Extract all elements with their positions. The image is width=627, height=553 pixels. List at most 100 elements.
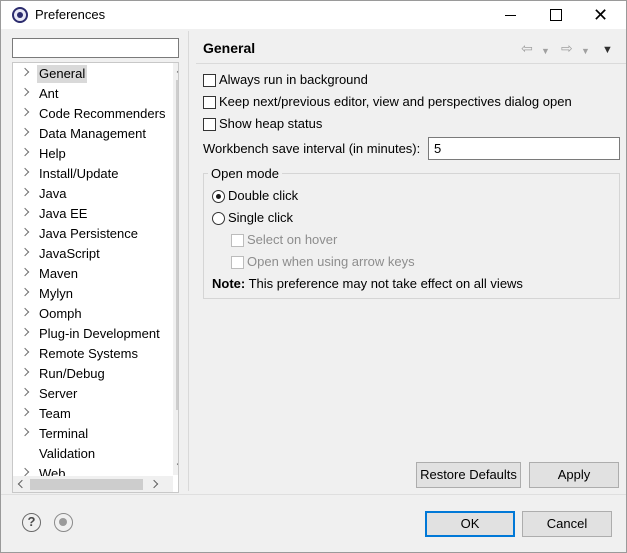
tree-item-label: Terminal: [39, 426, 89, 441]
open-mode-note: Note: This preference may not take effec…: [212, 276, 523, 292]
chevron-right-icon[interactable]: [20, 427, 30, 437]
chevron-right-icon[interactable]: [20, 307, 30, 317]
scroll-down-icon[interactable]: [176, 459, 178, 469]
chevron-right-icon[interactable]: [20, 107, 30, 117]
title-separator: [196, 63, 626, 64]
scroll-thumb-horizontal[interactable]: [30, 479, 143, 490]
tree-item[interactable]: General: [13, 64, 163, 84]
forward-arrow-icon[interactable]: ⇨: [561, 41, 573, 55]
scroll-thumb[interactable]: [176, 80, 178, 410]
chevron-right-icon[interactable]: [20, 467, 30, 477]
scroll-right-icon[interactable]: [149, 479, 159, 489]
save-interval-input[interactable]: 5: [428, 137, 620, 160]
tree-item[interactable]: Team: [13, 404, 163, 424]
record-macro-icon[interactable]: [54, 513, 73, 532]
chevron-right-icon[interactable]: [20, 387, 30, 397]
tree-item[interactable]: Java EE: [13, 204, 163, 224]
open-arrow-keys-label: Open when using arrow keys: [247, 254, 415, 269]
restore-defaults-button[interactable]: Restore Defaults: [416, 462, 521, 488]
tree-item-label: General: [37, 65, 88, 83]
view-menu-icon[interactable]: ▼: [602, 43, 613, 57]
eclipse-app-icon: [12, 7, 28, 23]
tree-item[interactable]: Install/Update: [13, 164, 163, 184]
always-run-background-label: Always run in background: [219, 72, 368, 87]
single-click-label: Single click: [228, 210, 294, 225]
scroll-up-icon[interactable]: [176, 67, 178, 77]
tree-item-label: Data Management: [39, 126, 146, 141]
back-dropdown-icon[interactable]: ▼: [541, 44, 550, 58]
chevron-right-icon[interactable]: [20, 247, 30, 257]
filter-input[interactable]: [12, 38, 179, 58]
single-click-radio[interactable]: [212, 212, 225, 225]
chevron-right-icon[interactable]: [20, 287, 30, 297]
tree-item-label: Validation: [39, 446, 96, 461]
footer-separator: [1, 494, 626, 495]
open-arrow-keys-checkbox[interactable]: [231, 256, 244, 269]
double-click-label: Double click: [228, 188, 299, 203]
tree-item[interactable]: Java Persistence: [13, 224, 163, 244]
tree-item-label: Team: [39, 406, 71, 421]
tree-item[interactable]: Maven: [13, 264, 163, 284]
tree-item-label: Plug-in Development: [39, 326, 160, 341]
keep-next-prev-label: Keep next/previous editor, view and pers…: [219, 94, 572, 109]
tree-item[interactable]: Ant: [13, 84, 163, 104]
close-button[interactable]: ✕: [578, 1, 623, 29]
chevron-right-icon[interactable]: [20, 87, 30, 97]
double-click-radio[interactable]: [212, 190, 225, 203]
preferences-dialog: Preferences ✕ General Ant Code Recommender…: [0, 0, 627, 553]
select-on-hover-checkbox[interactable]: [231, 234, 244, 247]
scroll-left-icon[interactable]: [17, 479, 27, 489]
tree-item[interactable]: JavaScript: [13, 244, 163, 264]
tree-item-label: Install/Update: [39, 166, 119, 181]
page-nav-toolbar: ⇦ ▼ ⇨ ▼ ▼: [519, 41, 619, 57]
preference-tree[interactable]: General Ant Code Recommenders Data Manageme…: [12, 62, 179, 493]
tree-item[interactable]: Server: [13, 384, 163, 404]
chevron-right-icon[interactable]: [20, 207, 30, 217]
tree-item-label: Server: [39, 386, 78, 401]
chevron-right-icon[interactable]: [20, 327, 30, 337]
tree-item[interactable]: Oomph: [13, 304, 163, 324]
tree-item[interactable]: Java: [13, 184, 163, 204]
show-heap-checkbox[interactable]: [203, 118, 216, 131]
keep-next-prev-checkbox[interactable]: [203, 96, 216, 109]
tree-item[interactable]: Run/Debug: [13, 364, 163, 384]
always-run-background-checkbox[interactable]: [203, 74, 216, 87]
chevron-right-icon[interactable]: [20, 127, 30, 137]
help-icon[interactable]: ?: [22, 513, 41, 532]
maximize-button[interactable]: [533, 1, 578, 29]
chevron-right-icon[interactable]: [20, 167, 30, 177]
note-prefix: Note:: [212, 276, 246, 291]
chevron-right-icon[interactable]: [20, 347, 30, 357]
tree-item[interactable]: Plug-in Development: [13, 324, 163, 344]
panel-divider[interactable]: [188, 31, 189, 491]
minimize-button[interactable]: [488, 1, 533, 29]
tree-vertical-scrollbar[interactable]: [173, 63, 178, 475]
chevron-right-icon[interactable]: [20, 407, 30, 417]
tree-item-label: Java EE: [39, 206, 88, 221]
tree-item[interactable]: Mylyn: [13, 284, 163, 304]
tree-item[interactable]: Terminal: [13, 424, 163, 444]
tree-item[interactable]: Code Recommenders: [13, 104, 165, 124]
forward-dropdown-icon[interactable]: ▼: [581, 44, 590, 58]
tree-item[interactable]: Validation: [13, 444, 163, 464]
chevron-right-icon[interactable]: [20, 147, 30, 157]
show-heap-label: Show heap status: [219, 116, 323, 131]
tree-item[interactable]: Help: [13, 144, 163, 164]
chevron-right-icon[interactable]: [20, 187, 30, 197]
tree-item[interactable]: Remote Systems: [13, 344, 163, 364]
title-bar: Preferences ✕: [1, 1, 626, 29]
chevron-right-icon[interactable]: [20, 267, 30, 277]
save-interval-label: Workbench save interval (in minutes):: [203, 141, 421, 156]
tree-item-label: Oomph: [39, 306, 82, 321]
open-mode-legend: Open mode: [208, 166, 282, 182]
cancel-button[interactable]: Cancel: [522, 511, 612, 537]
tree-horizontal-scrollbar[interactable]: [13, 476, 173, 492]
chevron-right-icon[interactable]: [20, 367, 30, 377]
chevron-right-icon[interactable]: [20, 227, 30, 237]
tree-item[interactable]: Data Management: [13, 124, 163, 144]
apply-button[interactable]: Apply: [529, 462, 619, 488]
back-arrow-icon[interactable]: ⇦: [521, 41, 533, 55]
chevron-right-icon[interactable]: [20, 67, 30, 77]
ok-button[interactable]: OK: [425, 511, 515, 537]
tree-item-label: Java: [39, 186, 67, 201]
